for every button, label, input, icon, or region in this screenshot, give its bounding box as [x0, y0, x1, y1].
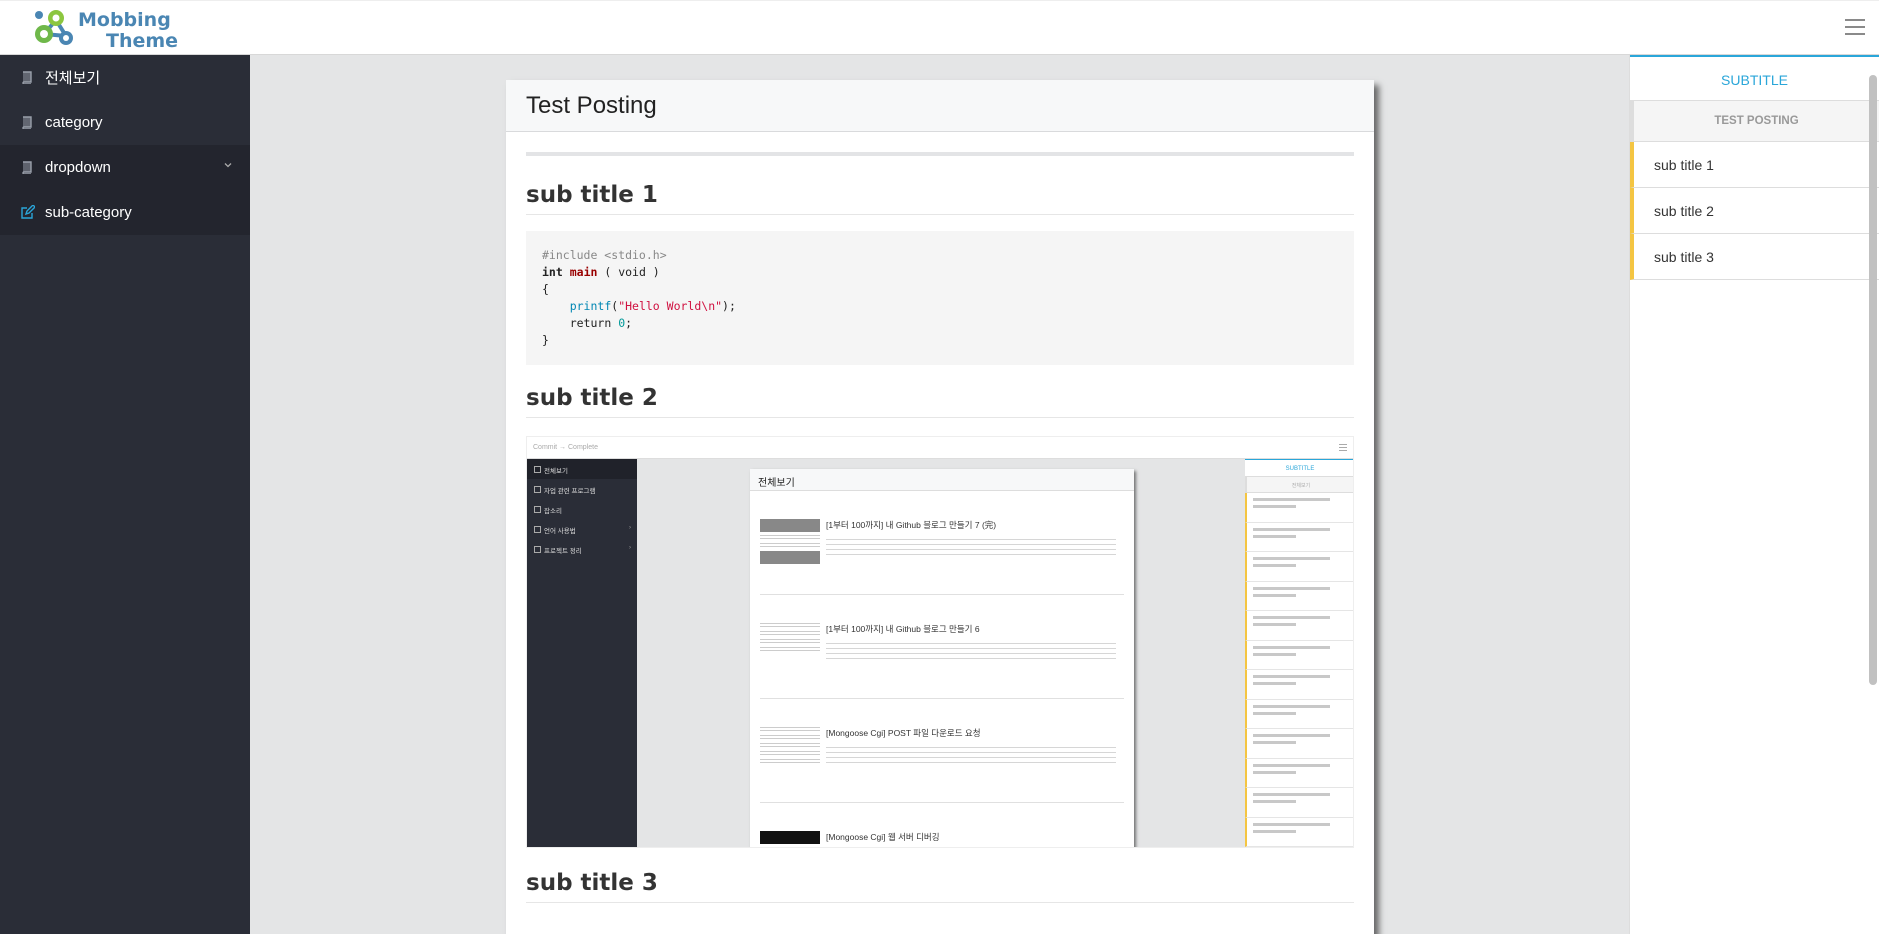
entry-title: [1부터 100까지] 내 Github 블로그 만들기 6 [826, 624, 980, 634]
book-icon [18, 69, 36, 87]
post-body: sub title 1 #include <stdio.h> int main … [506, 152, 1374, 903]
screenshot-toc-item [1245, 729, 1353, 759]
list-item: [Mongoose Cgi] 웹 서버 디버깅 [760, 803, 1124, 847]
screenshot-toc-item [1245, 581, 1353, 611]
sidebar-item-category[interactable]: category [0, 100, 250, 145]
chevron-right-icon: › [629, 545, 631, 551]
sidebar-item-label: category [45, 114, 103, 131]
hamburger-icon [1339, 444, 1347, 451]
toc-item-sub-title-1[interactable]: sub title 1 [1630, 142, 1879, 188]
thumbnail [760, 831, 820, 847]
thumbnail [760, 519, 820, 571]
code-brace-open: { [542, 282, 549, 296]
screenshot-sidebar-label: 프로젝트 정리 [544, 548, 582, 555]
code-block: #include <stdio.h> int main ( void ) { p… [526, 231, 1354, 365]
screenshot-toc: SUBTITLE 전체보기 [1245, 459, 1353, 847]
screenshot-toc-item [1245, 699, 1353, 729]
entry-title: [Mongoose Cgi] POST 파일 다운로드 요청 [826, 728, 981, 738]
entry-excerpt [826, 643, 1116, 661]
post-title: Test Posting [526, 92, 657, 119]
screenshot-sidebar-item: 언어 사용법 › [527, 519, 637, 539]
edit-icon [18, 204, 36, 222]
code-brace-close: } [542, 333, 549, 347]
code-include: #include <stdio.h> [542, 248, 667, 262]
screenshot-toc-item [1245, 670, 1353, 700]
code-signature: ( void ) [597, 265, 660, 279]
code-number: 0 [618, 316, 626, 330]
screenshot-post: 전체보기 [1부터 100까지] 내 Github 블로그 만들기 7 (完) … [750, 469, 1134, 847]
chevron-down-icon [224, 163, 232, 168]
entry-title: [Mongoose Cgi] 웹 서버 디버깅 [826, 832, 940, 842]
screenshot-toc-heading: 전체보기 [1245, 477, 1353, 493]
screenshot-toc-item [1245, 788, 1353, 818]
book-icon [18, 159, 36, 177]
top-header: Mobbing Theme [0, 0, 1879, 55]
scrollbar[interactable] [1869, 75, 1877, 685]
code-keyword: int [542, 265, 563, 279]
code-builtin: printf [569, 299, 612, 313]
sidebar-item-all[interactable]: 전체보기 [0, 55, 250, 100]
toc-subtitle-tab[interactable]: SUBTITLE [1630, 55, 1879, 101]
sidebar-item-label: sub-category [45, 204, 132, 221]
screenshot-sidebar: 전체보기 자업 관련 프로그램 잡소리 언어 사용법 › 프로젝트 정리 › [527, 459, 637, 847]
network-nodes-logo-icon [35, 10, 73, 45]
logo-line2: Theme [106, 30, 179, 52]
list-item: [1부터 100까지] 내 Github 블로그 만들기 6 [760, 595, 1124, 699]
sidebar-item-dropdown[interactable]: dropdown [0, 145, 250, 190]
toc-heading: TEST POSTING [1630, 101, 1879, 142]
chevron-right-icon: › [629, 525, 631, 531]
divider [526, 152, 1354, 156]
list-item: [Mongoose Cgi] POST 파일 다운로드 요청 [760, 699, 1124, 803]
screenshot-sidebar-item: 자업 관련 프로그램 [527, 479, 637, 499]
post-card: Test Posting sub title 1 #include <stdio… [506, 80, 1374, 934]
embedded-screenshot: Commit → Complete 전체보기 자업 관련 프로그램 잡소리 언어… [526, 436, 1354, 848]
post-header: Test Posting [506, 80, 1374, 132]
book-icon [18, 114, 36, 132]
screenshot-breadcrumb: Commit → Complete [533, 444, 598, 451]
table-of-contents: SUBTITLE TEST POSTING sub title 1 sub ti… [1629, 55, 1879, 934]
screenshot-toc-item [1245, 817, 1353, 847]
entry-excerpt [826, 539, 1116, 557]
list-item: [1부터 100까지] 내 Github 블로그 만들기 7 (完) [760, 491, 1124, 595]
logo-text: Mobbing Theme [78, 10, 178, 52]
sidebar-item-label: dropdown [45, 159, 111, 176]
screenshot-toc-item [1245, 611, 1353, 641]
code-string: "Hello World\n" [618, 299, 723, 313]
screenshot-sidebar-item: 전체보기 [527, 459, 637, 479]
heading-sub-title-2: sub title 2 [526, 385, 1354, 418]
logo-line1: Mobbing [78, 9, 171, 31]
screenshot-header: Commit → Complete [527, 437, 1353, 459]
screenshot-toc-item [1245, 493, 1353, 523]
screenshot-sidebar-item: 잡소리 [527, 499, 637, 519]
toc-item-sub-title-3[interactable]: sub title 3 [1630, 234, 1879, 280]
entry-excerpt [826, 747, 1116, 765]
code-function: main [569, 265, 598, 279]
sidebar-item-sub-category[interactable]: sub-category [0, 190, 250, 235]
thumbnail [760, 623, 820, 675]
screenshot-sidebar-item: 프로젝트 정리 › [527, 539, 637, 559]
hamburger-icon[interactable] [1845, 19, 1865, 37]
screenshot-post-title: 전체보기 [750, 469, 1134, 491]
sidebar: 전체보기 category dropdown sub-category [0, 55, 250, 934]
screenshot-toc-item [1245, 552, 1353, 582]
screenshot-toc-item [1245, 640, 1353, 670]
screenshot-sidebar-label: 언어 사용법 [544, 528, 576, 535]
toc-item-sub-title-2[interactable]: sub title 2 [1630, 188, 1879, 234]
code-return: return [569, 316, 612, 330]
entry-title: [1부터 100까지] 내 Github 블로그 만들기 7 (完) [826, 520, 997, 530]
screenshot-toc-item [1245, 522, 1353, 552]
thumbnail [760, 727, 820, 779]
sidebar-item-label: 전체보기 [45, 70, 101, 87]
heading-sub-title-1: sub title 1 [526, 182, 1354, 215]
screenshot-toc-item [1245, 758, 1353, 788]
screenshot-toc-subtitle: SUBTITLE [1245, 459, 1353, 477]
site-logo[interactable]: Mobbing Theme [32, 6, 192, 52]
heading-sub-title-3: sub title 3 [526, 870, 1354, 903]
